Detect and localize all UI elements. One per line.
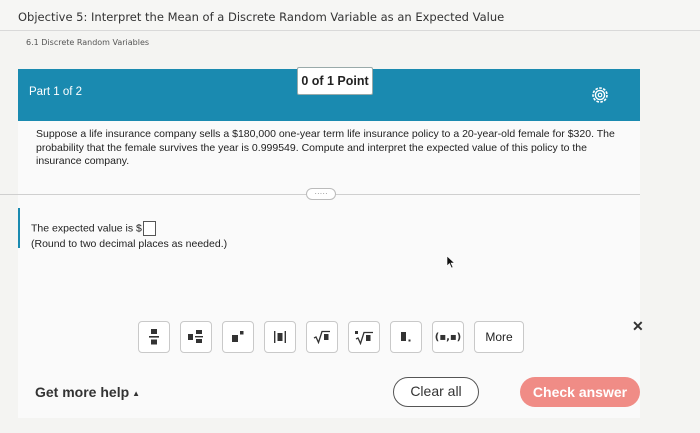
question-panel: Suppose a life insurance company sells a… (18, 121, 640, 418)
get-more-help-link[interactable]: Get more help ▲ (35, 384, 140, 400)
points-badge: 0 of 1 Point (297, 67, 373, 95)
close-icon[interactable]: ✕ (632, 318, 644, 335)
round-note: (Round to two decimal places as needed.) (31, 238, 228, 250)
exponent-icon[interactable] (222, 321, 254, 353)
check-answer-button[interactable]: Check answer (520, 377, 640, 407)
ordered-pair-icon[interactable]: (▪,▪) (432, 321, 464, 353)
mouse-cursor-icon (446, 255, 456, 274)
absolute-value-icon[interactable] (264, 321, 296, 353)
expand-button[interactable]: ····· (306, 188, 336, 200)
question-text: Suppose a life insurance company sells a… (36, 128, 615, 167)
answer-input[interactable] (142, 221, 156, 236)
section-label: 6.1 Discrete Random Variables (26, 38, 150, 47)
part-header-bar: Part 1 of 2 0 of 1 Point (18, 67, 640, 121)
gear-icon[interactable] (590, 85, 610, 105)
clear-all-button[interactable]: Clear all (393, 377, 479, 407)
square-root-icon[interactable] (306, 321, 338, 353)
caret-up-icon: ▲ (132, 388, 141, 398)
answer-prompt: The expected value is $ (31, 222, 142, 235)
answer-focus-marker (18, 208, 20, 248)
mixed-number-icon[interactable] (180, 321, 212, 353)
more-button[interactable]: More (474, 321, 524, 353)
decimal-icon[interactable] (390, 321, 422, 353)
nth-root-icon[interactable] (348, 321, 380, 353)
part-label: Part 1 of 2 (29, 86, 83, 98)
help-label: Get more help (35, 384, 130, 400)
fraction-icon[interactable] (138, 321, 170, 353)
objective-header: Objective 5: Interpret the Mean of a Dis… (0, 0, 700, 31)
answer-line: The expected value is $ (31, 221, 156, 236)
objective-title: Objective 5: Interpret the Mean of a Dis… (18, 10, 505, 24)
